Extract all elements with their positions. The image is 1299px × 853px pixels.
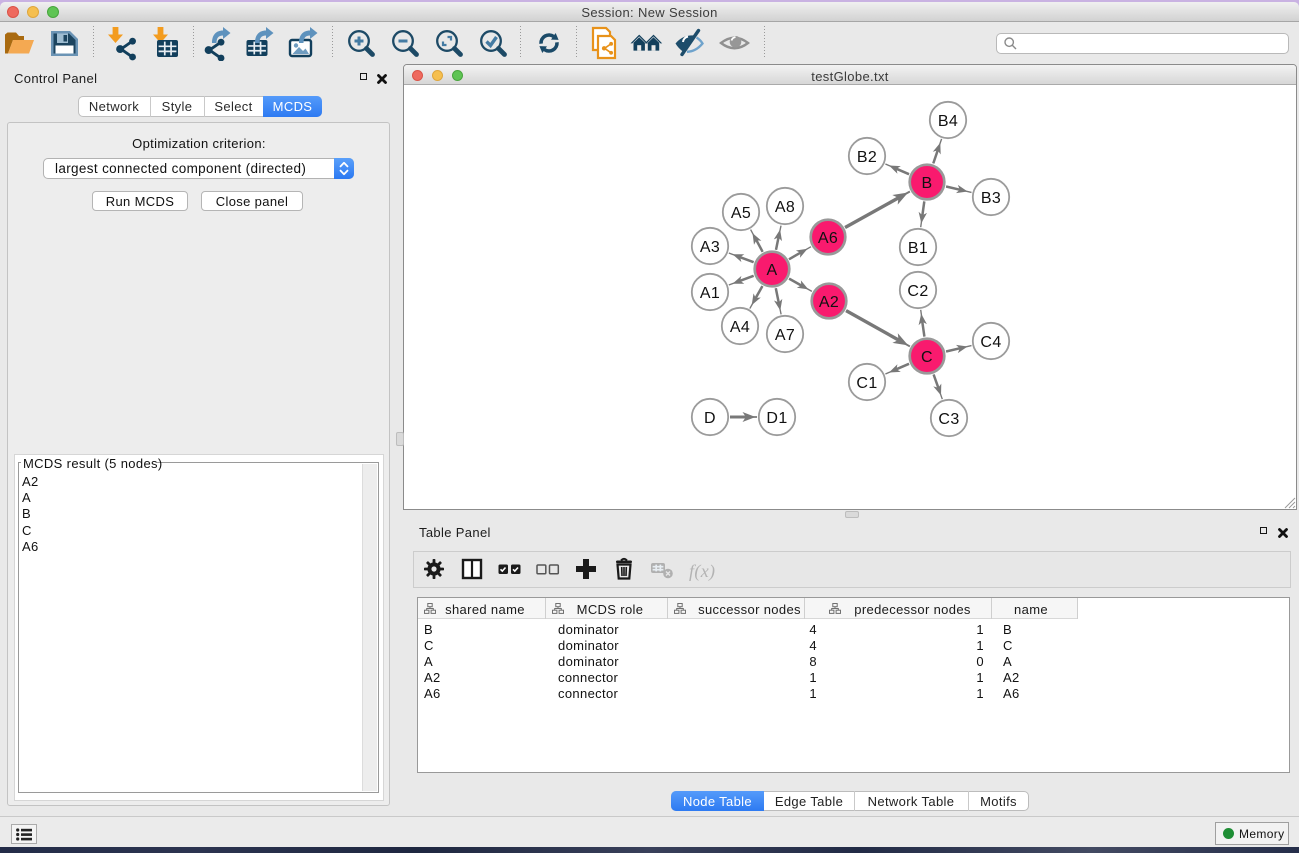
svg-text:B1: B1 — [908, 240, 928, 257]
svg-text:B: B — [921, 175, 932, 192]
svg-text:A7: A7 — [775, 327, 795, 344]
svg-text:B4: B4 — [938, 113, 958, 130]
svg-text:D1: D1 — [766, 410, 787, 427]
svg-text:A8: A8 — [775, 199, 795, 216]
svg-text:A3: A3 — [700, 239, 720, 256]
svg-text:A: A — [766, 262, 777, 279]
svg-text:A1: A1 — [700, 285, 720, 302]
svg-text:C4: C4 — [980, 334, 1001, 351]
svg-text:A5: A5 — [731, 205, 751, 222]
svg-text:A6: A6 — [818, 230, 838, 247]
svg-text:A2: A2 — [819, 294, 839, 311]
svg-text:C1: C1 — [856, 375, 877, 392]
svg-text:A4: A4 — [730, 319, 750, 336]
svg-text:B2: B2 — [857, 149, 877, 166]
svg-text:C2: C2 — [907, 283, 928, 300]
svg-text:C3: C3 — [938, 411, 959, 428]
svg-text:C: C — [921, 349, 933, 366]
svg-text:B3: B3 — [981, 190, 1001, 207]
svg-text:D: D — [704, 410, 716, 427]
